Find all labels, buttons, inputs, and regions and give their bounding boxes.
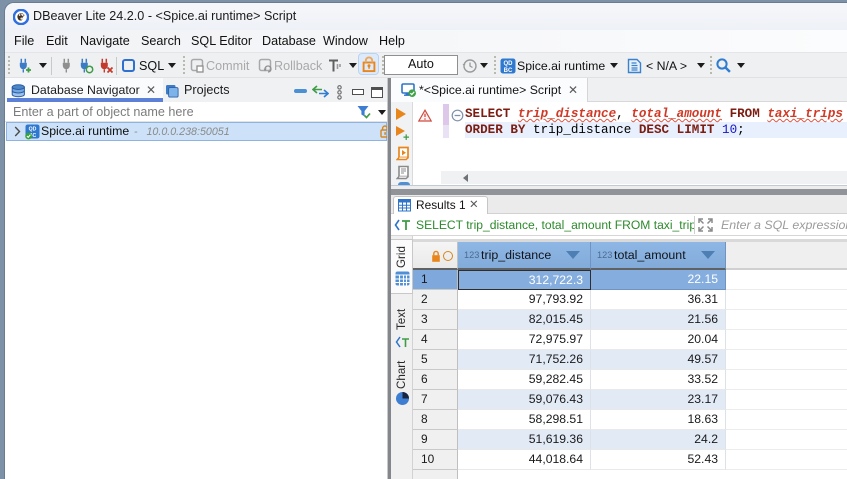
svg-text:QD: QD	[504, 61, 514, 67]
svg-text:BC: BC	[504, 68, 513, 74]
svg-text:QD: QD	[29, 126, 37, 132]
